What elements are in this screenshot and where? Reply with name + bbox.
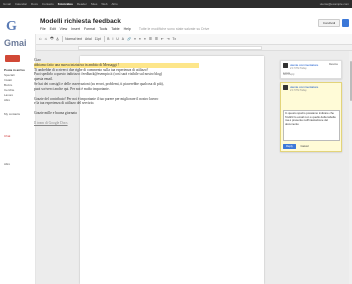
google-bar-link-active[interactable]: Foto/video: [58, 2, 73, 6]
avatar: [283, 85, 288, 90]
toolbar-divider: [103, 36, 105, 42]
menu-tools[interactable]: Tools: [99, 27, 107, 31]
share-button[interactable]: Condividi: [318, 19, 340, 27]
menu-insert[interactable]: Insert: [71, 27, 80, 31]
avatar: [283, 63, 288, 68]
side-item-chat[interactable]: Chat: [4, 134, 10, 138]
user-account[interactable]: utente@example.com: [320, 2, 349, 6]
signature[interactable]: Il team di Google Docs: [34, 121, 199, 126]
google-bar-link[interactable]: Altro: [112, 2, 118, 6]
google-bar-link[interactable]: Web: [101, 2, 107, 6]
side-item[interactable]: Speciali: [4, 73, 15, 77]
side-item[interactable]: My contacts: [4, 112, 20, 116]
bullet-list-icon[interactable]: ☰: [155, 37, 158, 41]
comment-time: 2:17 PM Today: [290, 67, 307, 70]
document-title[interactable]: Modelli richiesta feedback: [40, 18, 121, 25]
share-accent-button[interactable]: [342, 19, 349, 27]
google-bar-link[interactable]: Contacts: [42, 2, 54, 6]
italic-icon[interactable]: I: [112, 37, 113, 41]
paint-format-icon[interactable]: A̲: [56, 37, 58, 41]
side-item[interactable]: Bozze: [4, 83, 12, 87]
add-reply-link[interactable]: Add Reply: [283, 73, 295, 76]
google-bar-link[interactable]: Docs: [31, 2, 38, 6]
comment-time: 2:17 PM Today: [290, 89, 307, 92]
side-item[interactable]: Inviati: [4, 78, 12, 82]
align-center-icon[interactable]: ≡: [139, 37, 141, 41]
bold-icon[interactable]: B: [107, 37, 109, 41]
reply-button[interactable]: Reply: [283, 144, 296, 149]
gmail-side-panel: Gmai Posta in arrivo Speciali Inviati Bo…: [0, 34, 36, 284]
google-bar-link[interactable]: Calendar: [15, 2, 27, 6]
menu-edit[interactable]: Edit: [50, 27, 56, 31]
google-bar-link[interactable]: Gmail: [3, 2, 11, 6]
gmail-brand: Gmai: [4, 38, 27, 48]
undo-icon[interactable]: ⎌: [39, 37, 42, 41]
compose-button[interactable]: [5, 55, 20, 62]
clear-format-icon[interactable]: Tx: [172, 37, 176, 41]
font-select[interactable]: Arial: [85, 37, 92, 41]
redo-icon[interactable]: ⎌: [45, 37, 48, 41]
resolve-button[interactable]: Resolve: [329, 63, 338, 66]
document-body[interactable]: Ciao abbiamo fatto una nuova iniziativa …: [34, 58, 199, 126]
google-bar: Gmail Calendar Docs Contacts Foto/video …: [0, 0, 352, 8]
side-item[interactable]: Altro: [4, 98, 10, 102]
align-left-icon[interactable]: ≡: [134, 37, 136, 41]
menu-table[interactable]: Table: [111, 27, 119, 31]
print-icon[interactable]: 🖶: [50, 36, 53, 42]
reply-input[interactable]: In questo spazio possiamo indicare che l…: [283, 110, 340, 141]
align-right-icon[interactable]: ≡: [144, 37, 146, 41]
style-select[interactable]: Normal text: [65, 37, 82, 41]
menu-help[interactable]: Help: [124, 27, 131, 31]
format-toolbar: ⎌ ⎌ 🖶 A̲ Normal text Arial 11pt B I U A …: [36, 34, 352, 45]
menu-file[interactable]: File: [40, 27, 46, 31]
side-item[interactable]: Posta in arrivo: [4, 68, 25, 72]
menu-view[interactable]: View: [60, 27, 68, 31]
menu-bar: File Edit View Insert Format Tools Table…: [40, 27, 209, 31]
text-color-icon[interactable]: A: [122, 37, 124, 41]
menu-format[interactable]: Format: [84, 27, 95, 31]
comment-card[interactable]: utente commentatore 2:17 PM Today Resolv…: [280, 60, 342, 79]
docs-logo-icon[interactable]: G: [6, 19, 17, 35]
side-item[interactable]: Altro: [4, 162, 10, 166]
scrollbar-thumb[interactable]: [349, 61, 352, 101]
side-item[interactable]: Cerchie: [4, 88, 14, 92]
google-bar-link[interactable]: Reader: [77, 2, 87, 6]
underline-icon[interactable]: U: [116, 37, 118, 41]
numbered-list-icon[interactable]: ☰: [149, 37, 152, 41]
google-bar-link[interactable]: Sites: [91, 2, 98, 6]
outdent-icon[interactable]: ⇤: [161, 37, 164, 41]
side-item[interactable]: Lavoro: [4, 93, 13, 97]
doc-header: G Modelli richiesta feedback File Edit V…: [0, 8, 352, 34]
ruler-scale[interactable]: [78, 46, 262, 50]
link-icon[interactable]: 🔗: [127, 37, 131, 41]
toolbar-divider: [61, 36, 63, 42]
save-status: Tutte le modifiche sono state salvate su…: [138, 27, 210, 31]
indent-icon[interactable]: ⇥: [167, 37, 170, 41]
font-size-select[interactable]: 11pt: [95, 37, 101, 41]
comment-card-active[interactable]: utente commentatore 2:17 PM Today In que…: [280, 82, 342, 152]
cancel-button[interactable]: Cancel: [298, 144, 311, 149]
